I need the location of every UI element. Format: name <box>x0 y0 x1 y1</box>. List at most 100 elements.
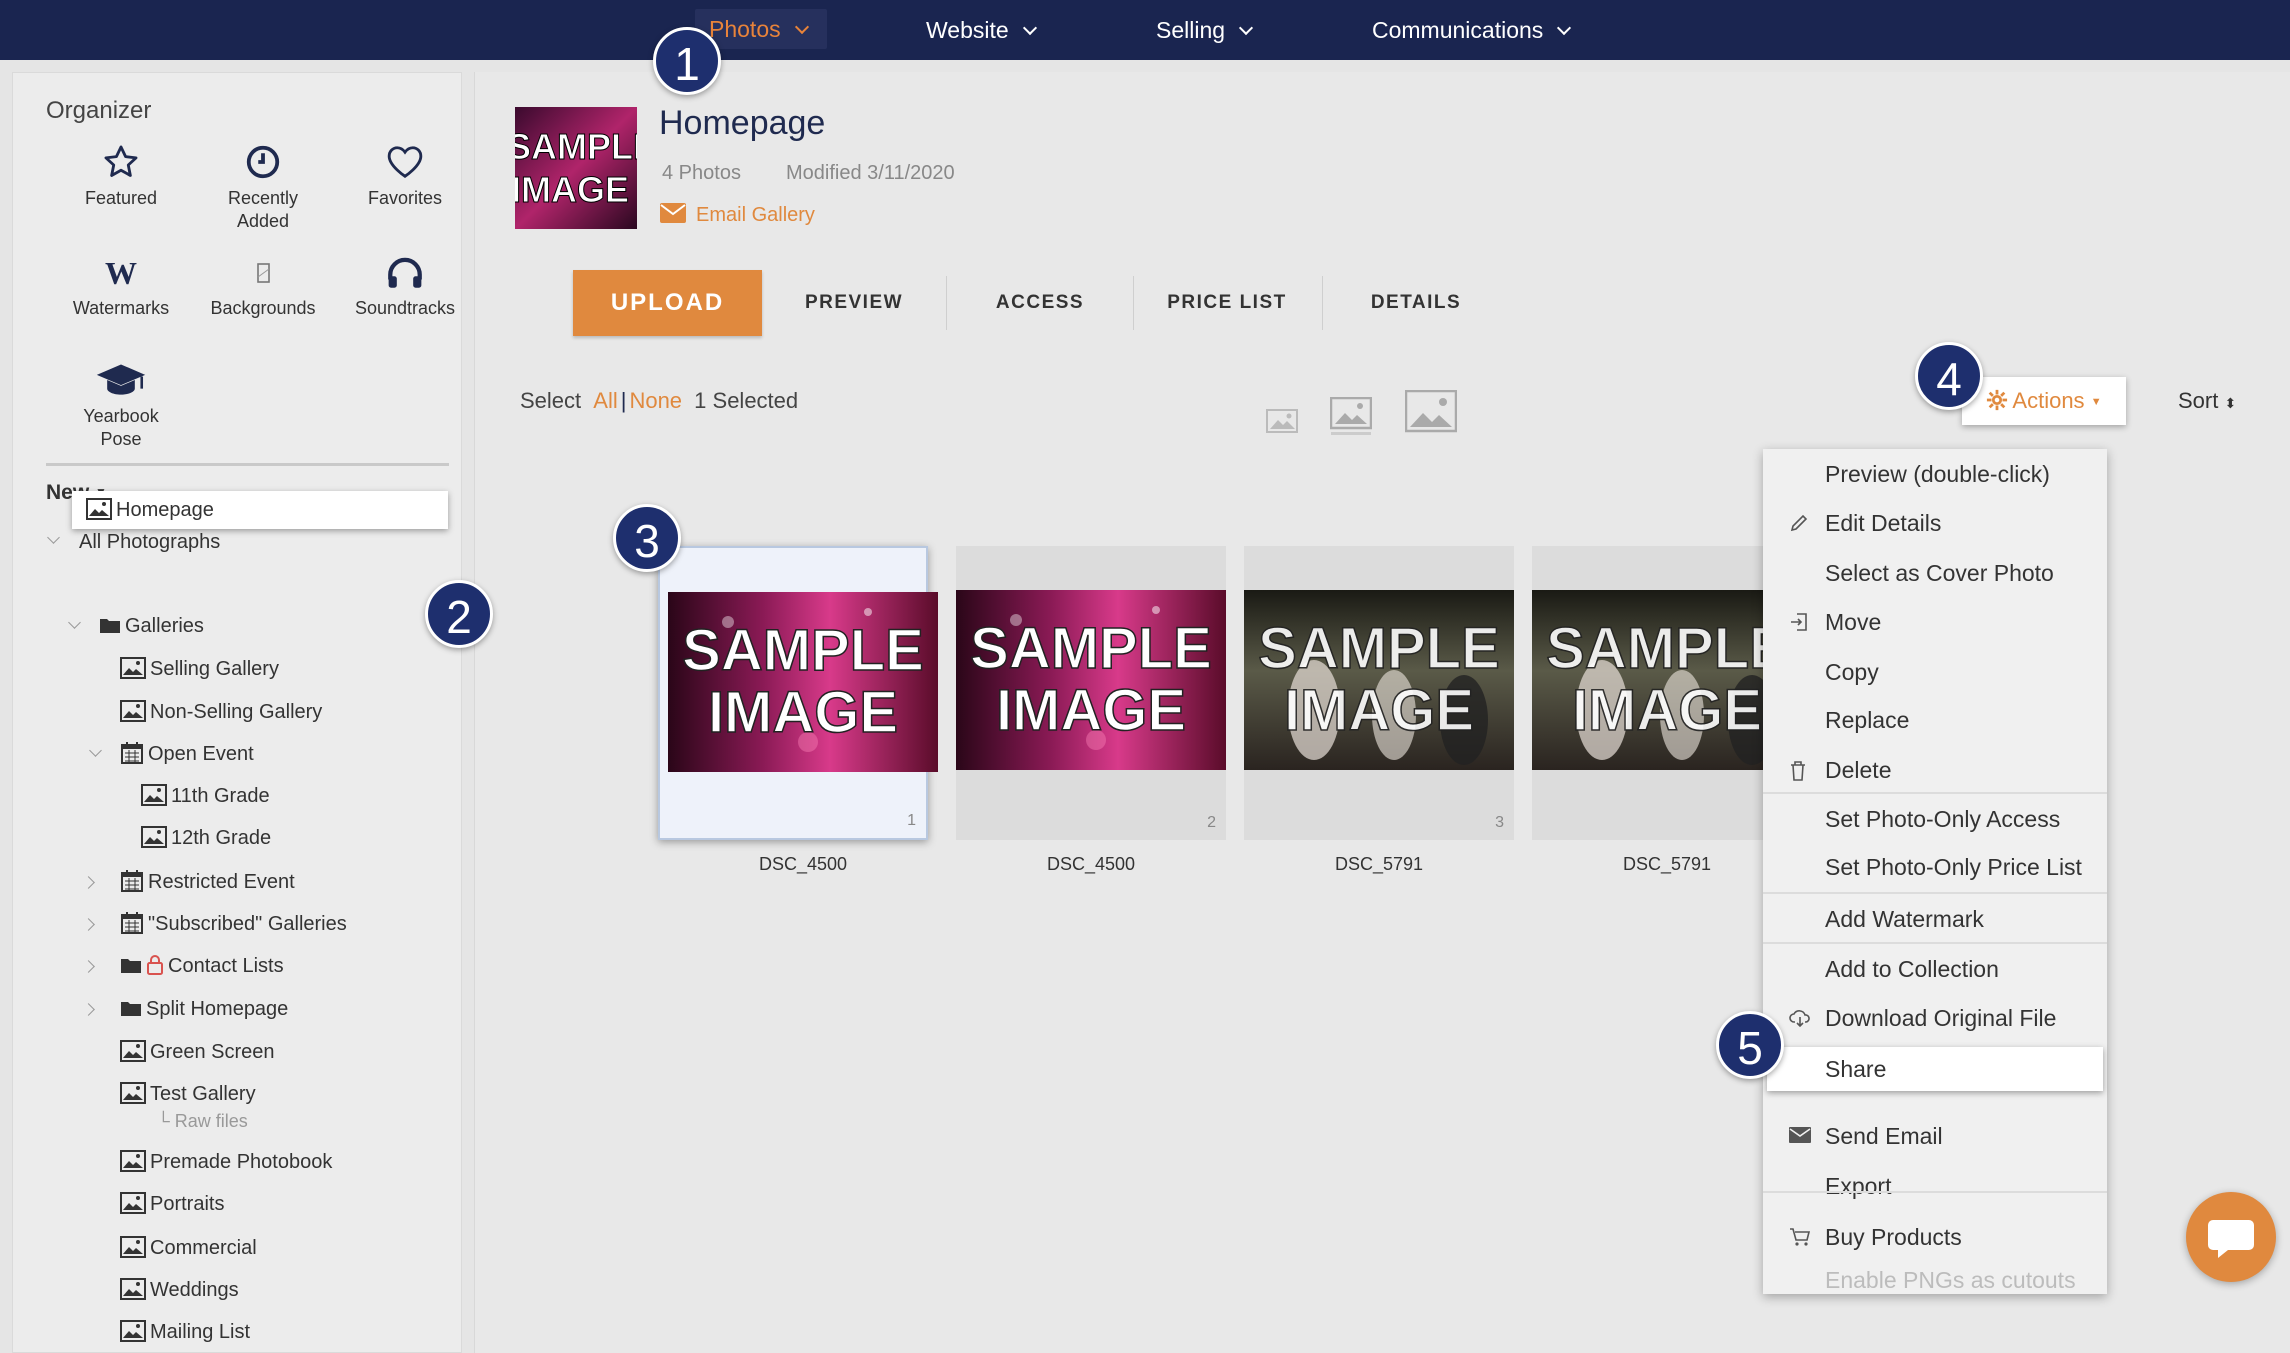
photo-thumbnail: SAMPLE IMAGE <box>1244 590 1514 770</box>
chevron-down-icon <box>1238 20 1254 36</box>
menu-item-copy[interactable]: Copy <box>1763 650 2107 694</box>
organizer-yearbook-pose[interactable]: Yearbook Pose <box>51 361 191 451</box>
menu-item-preview[interactable]: Preview (double-click) <box>1763 452 2107 496</box>
tree-item-subscribed-galleries[interactable]: "Subscribed" Galleries <box>120 909 347 939</box>
tab-preview[interactable]: PREVIEW <box>780 270 928 336</box>
menu-item-select-cover[interactable]: Select as Cover Photo <box>1763 551 2107 595</box>
image-icon <box>120 1235 146 1258</box>
trash-icon <box>1791 761 1805 781</box>
tree-item-homepage[interactable]: Homepage <box>72 491 448 529</box>
gallery-title: Homepage <box>659 104 826 142</box>
organizer-watermarks[interactable]: W Watermarks <box>51 255 191 320</box>
tab-price-list[interactable]: PRICE LIST <box>1153 270 1301 336</box>
menu-item-label: Share <box>1825 1056 1887 1082</box>
email-gallery-link[interactable]: Email Gallery <box>660 202 815 227</box>
organizer-soundtracks[interactable]: Soundtracks <box>335 255 475 320</box>
tree-item-non-selling-gallery[interactable]: Non-Selling Gallery <box>120 697 322 727</box>
organizer-featured[interactable]: Featured <box>51 143 191 210</box>
organizer-featured-label: Featured <box>84 188 158 208</box>
photo-card-1[interactable]: SAMPLE IMAGE 1 <box>658 546 938 840</box>
menu-item-send-email[interactable]: Send Email <box>1763 1114 2107 1158</box>
step-badge-1: 1 <box>653 27 721 95</box>
tree-item-label: Restricted Event <box>148 871 295 893</box>
organizer-recently-label-2: Added <box>236 211 290 231</box>
photo-filename: DSC_5791 <box>1622 854 1712 874</box>
sort-button[interactable]: Sort ⬍ <box>2178 388 2236 414</box>
select-none-link[interactable]: None <box>629 388 682 413</box>
menu-item-delete[interactable]: Delete <box>1763 748 2107 792</box>
pencil-icon <box>1790 514 1808 532</box>
tree-item-green-screen[interactable]: Green Screen <box>120 1037 275 1067</box>
tree-item-contact-lists[interactable]: Contact Lists <box>120 951 284 981</box>
sort-label: Sort <box>2178 388 2219 413</box>
menu-item-label: Enable PNGs as cutouts <box>1825 1267 2076 1293</box>
photo-card-4[interactable]: SAMPLE IMAGE <box>1532 546 1764 840</box>
tree-item-portraits[interactable]: Portraits <box>120 1189 224 1219</box>
small-thumbnail-view-icon[interactable] <box>1266 409 1298 433</box>
menu-item-add-watermark[interactable]: Add Watermark <box>1763 897 2107 941</box>
photo-card-3[interactable]: SAMPLE IMAGE 3 <box>1244 546 1514 840</box>
select-all-link[interactable]: All <box>593 388 617 413</box>
menu-item-download-original[interactable]: Download Original File <box>1763 996 2107 1040</box>
menu-item-add-to-collection[interactable]: Add to Collection <box>1763 947 2107 991</box>
move-icon <box>1791 613 1807 631</box>
menu-item-photo-only-access[interactable]: Set Photo-Only Access <box>1763 797 2107 841</box>
tree-item-weddings[interactable]: Weddings <box>120 1275 239 1305</box>
tree-item-12th-grade[interactable]: 12th Grade <box>141 823 271 853</box>
tree-item-label: Mailing List <box>150 1321 251 1343</box>
gear-icon <box>1987 390 2008 411</box>
medium-thumbnail-view-icon[interactable] <box>1330 397 1372 437</box>
actions-dropdown-button[interactable]: Actions ▼ <box>1962 377 2126 425</box>
nav-communications[interactable]: Communications <box>1372 0 1572 60</box>
menu-item-replace[interactable]: Replace <box>1763 698 2107 742</box>
menu-item-edit-details[interactable]: Edit Details <box>1763 501 2107 545</box>
image-icon <box>120 1039 146 1062</box>
chat-button[interactable] <box>2186 1192 2276 1282</box>
tree-item-split-homepage[interactable]: Split Homepage <box>120 994 288 1024</box>
photo-card-2[interactable]: SAMPLE IMAGE 2 <box>956 546 1226 840</box>
tree-item-restricted-event[interactable]: Restricted Event <box>120 867 295 897</box>
organizer-yearbook-label-2: Pose <box>100 429 142 449</box>
nav-website[interactable]: Website <box>926 0 1037 60</box>
nav-website-label: Website <box>926 17 1009 43</box>
tree-sub-raw-files[interactable]: └ Raw files <box>157 1106 248 1136</box>
menu-item-label: Buy Products <box>1825 1224 1962 1250</box>
large-thumbnail-view-icon[interactable] <box>1405 390 1457 434</box>
organizer-soundtracks-label: Soundtracks <box>354 298 456 318</box>
menu-item-label: Copy <box>1825 659 1879 685</box>
menu-item-enable-pngs[interactable]: Enable PNGs as cutouts <box>1763 1265 2107 1295</box>
tree-item-open-event[interactable]: Open Event <box>120 739 254 769</box>
menu-item-share[interactable]: Share <box>1767 1047 2103 1091</box>
image-icon <box>120 656 146 679</box>
tree-item-all-photographs[interactable]: All Photographs <box>79 527 220 557</box>
menu-item-buy-products[interactable]: Buy Products <box>1763 1215 2107 1259</box>
menu-item-export[interactable]: Export <box>1763 1164 2107 1208</box>
tab-details[interactable]: DETAILS <box>1342 270 1490 336</box>
menu-item-photo-only-price-list[interactable]: Set Photo-Only Price List <box>1763 845 2107 889</box>
tree-item-label: "Subscribed" Galleries <box>148 913 347 935</box>
tree-item-commercial[interactable]: Commercial <box>120 1233 257 1263</box>
tree-item-label: Premade Photobook <box>150 1151 333 1173</box>
calendar-icon <box>121 911 143 934</box>
nav-selling[interactable]: Selling <box>1156 0 1254 60</box>
tree-item-11th-grade[interactable]: 11th Grade <box>141 781 270 811</box>
organizer-recently-added[interactable]: Recently Added <box>193 143 333 233</box>
heart-icon <box>387 146 423 178</box>
upload-button[interactable]: UPLOAD <box>573 270 762 336</box>
organizer-favorites[interactable]: Favorites <box>335 143 475 210</box>
tree-item-mailing-list[interactable]: Mailing List <box>120 1317 250 1347</box>
tree-item-test-gallery[interactable]: Test Gallery <box>120 1079 256 1109</box>
tree-item-galleries[interactable]: Galleries <box>99 611 204 641</box>
photo-thumbnail: SAMPLE IMAGE <box>1532 590 1764 770</box>
menu-item-label: Preview (double-click) <box>1825 461 2050 487</box>
organizer-backgrounds[interactable]: Backgrounds <box>193 255 333 320</box>
tree-item-selling-gallery[interactable]: Selling Gallery <box>120 654 279 684</box>
tab-access[interactable]: ACCESS <box>966 270 1114 336</box>
tree-item-premade-photobook[interactable]: Premade Photobook <box>120 1147 332 1177</box>
photo-thumbnail: SAMPLE IMAGE <box>956 590 1226 770</box>
select-separator: | <box>620 388 627 413</box>
menu-item-move[interactable]: Move <box>1763 600 2107 644</box>
svg-text:W: W <box>105 255 137 291</box>
photo-index: 2 <box>1207 814 1216 831</box>
menu-item-label: Delete <box>1825 757 1892 783</box>
